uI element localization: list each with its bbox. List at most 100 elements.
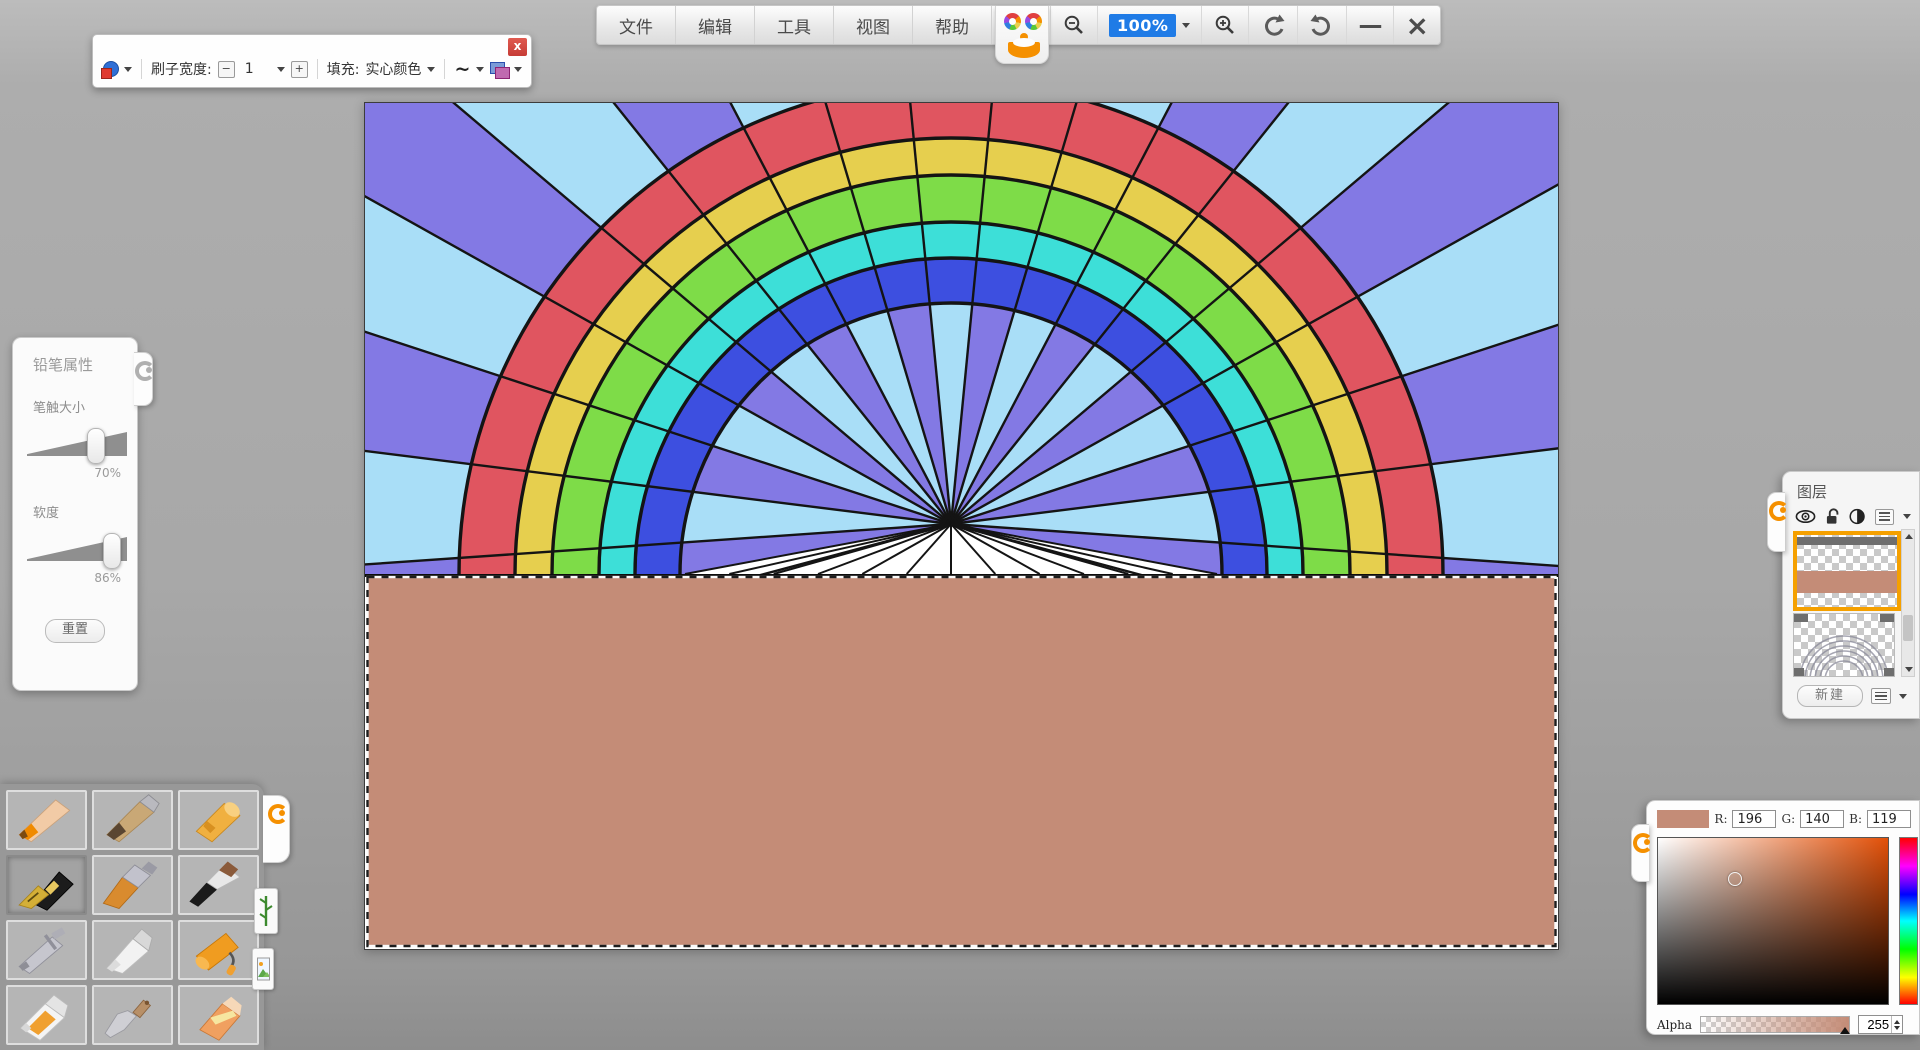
tool-paint-brush-button[interactable] xyxy=(92,855,173,915)
scrollbar-thumb[interactable] xyxy=(1903,615,1913,641)
hue-slider[interactable] xyxy=(1899,837,1918,1005)
menu-view[interactable]: 视图 xyxy=(834,6,913,44)
brush-size-slider[interactable] xyxy=(27,430,127,460)
menu-edit[interactable]: 编辑 xyxy=(676,6,755,44)
alpha-marker-icon[interactable] xyxy=(1840,1027,1850,1034)
layer-blend-icon[interactable] xyxy=(1849,508,1865,525)
green-input[interactable] xyxy=(1800,810,1844,828)
tool-crayon-button[interactable] xyxy=(178,790,259,850)
brush-width-value[interactable]: 1 xyxy=(241,61,271,77)
menu-file[interactable]: 文件 xyxy=(597,6,676,44)
tool-fountain-pen-button[interactable] xyxy=(6,855,87,915)
tool-eraser-button[interactable] xyxy=(178,985,259,1045)
tool-marker-button[interactable] xyxy=(6,985,87,1045)
brush-width-label: 刷子宽度: xyxy=(151,59,212,79)
texture-brush-button[interactable] xyxy=(254,888,278,934)
tool-pencil-button[interactable] xyxy=(6,790,87,850)
redo-button[interactable] xyxy=(1298,6,1347,44)
red-input[interactable] xyxy=(1732,810,1776,828)
menu-tools[interactable]: 工具 xyxy=(755,6,834,44)
zoom-out-button[interactable] xyxy=(1051,6,1098,44)
minimize-button[interactable]: — xyxy=(1347,6,1394,44)
scroll-up-icon[interactable] xyxy=(1905,534,1913,539)
new-layer-button[interactable]: 新建 xyxy=(1797,685,1863,707)
chevron-down-icon[interactable] xyxy=(277,67,285,72)
chevron-down-icon[interactable] xyxy=(476,67,484,72)
toolbar-close-button[interactable]: x xyxy=(508,38,527,56)
zoom-level-dropdown[interactable] xyxy=(1179,6,1202,44)
tool-palette-knife-button[interactable] xyxy=(92,985,173,1045)
pencil-panel-tab[interactable] xyxy=(134,352,153,406)
tool-paint-roller-button[interactable] xyxy=(178,920,259,980)
drawing-canvas[interactable] xyxy=(364,102,1559,950)
tool-paint-tube-button[interactable] xyxy=(92,920,173,980)
clown-eye-right-icon xyxy=(1025,13,1042,30)
pencil-icon xyxy=(11,793,83,847)
clown-handle-icon xyxy=(1633,833,1649,849)
layers-panel: 图层 xyxy=(1782,471,1920,719)
clown-logo-icon xyxy=(995,6,1049,64)
menu-help[interactable]: 帮助 xyxy=(913,6,992,44)
clown-handle-icon xyxy=(268,804,284,820)
scroll-down-icon[interactable] xyxy=(1905,667,1913,672)
layer-item-rainbow[interactable] xyxy=(1793,613,1895,677)
layer-item-ground-selected[interactable] xyxy=(1793,531,1901,611)
brush-size-slider-thumb[interactable] xyxy=(87,428,105,464)
tool-charcoal-pencil-button[interactable] xyxy=(92,790,173,850)
blend-mode-icon[interactable] xyxy=(490,62,508,77)
clown-eye-left-icon xyxy=(1004,13,1021,30)
layer-lock-icon[interactable] xyxy=(1825,508,1840,525)
blue-input[interactable] xyxy=(1867,810,1911,828)
chevron-down-icon[interactable] xyxy=(1899,694,1907,699)
chevron-down-icon[interactable] xyxy=(1903,514,1911,519)
alpha-input[interactable] xyxy=(1859,1017,1891,1032)
layer-options-button[interactable] xyxy=(1871,688,1891,704)
layer-list-scrollbar[interactable] xyxy=(1901,529,1915,677)
spin-up-icon[interactable] xyxy=(1894,1020,1900,1024)
zoom-level-value: 100% xyxy=(1109,14,1176,37)
layers-panel-title: 图层 xyxy=(1797,481,1919,502)
tool-airbrush-button[interactable] xyxy=(6,920,87,980)
layer-list xyxy=(1791,529,1913,677)
spin-down-icon[interactable] xyxy=(1894,1026,1900,1030)
layer-menu-button[interactable] xyxy=(1875,509,1894,525)
reference-image-button[interactable] xyxy=(252,948,274,990)
stroke-smoothing-icon[interactable]: ~ xyxy=(454,62,470,76)
tool-palette xyxy=(0,784,264,1050)
close-icon: × xyxy=(1405,9,1428,42)
close-button[interactable]: × xyxy=(1394,6,1439,44)
zoom-out-icon xyxy=(1062,13,1086,37)
softness-slider[interactable] xyxy=(27,535,127,565)
tool-grid xyxy=(6,790,259,1045)
chevron-down-icon[interactable] xyxy=(427,67,435,72)
brush-width-increase-button[interactable]: + xyxy=(291,61,308,78)
softness-slider-thumb[interactable] xyxy=(103,533,121,569)
zoom-level-display[interactable]: 100% xyxy=(1098,6,1179,44)
alpha-slider[interactable] xyxy=(1700,1016,1850,1033)
reset-button[interactable]: 重置 xyxy=(45,619,105,643)
color-panel-tab[interactable] xyxy=(1631,824,1649,882)
brush-width-decrease-button[interactable]: − xyxy=(218,61,235,78)
brush-size-label: 笔触大小 xyxy=(33,397,127,416)
zoom-in-button[interactable] xyxy=(1202,6,1249,44)
airbrush-icon xyxy=(11,923,83,977)
palette-knife-icon xyxy=(97,988,169,1042)
tool-palette-tab[interactable] xyxy=(263,795,290,863)
color-picker-panel: R: G: B: Alpha xyxy=(1646,800,1920,1035)
layer-visibility-icon[interactable] xyxy=(1795,509,1816,524)
color-marker-icon[interactable] xyxy=(1728,872,1742,886)
chevron-down-icon[interactable] xyxy=(514,67,522,72)
layers-panel-tab[interactable] xyxy=(1767,492,1785,552)
alpha-spinner xyxy=(1858,1015,1903,1034)
chevron-down-icon[interactable] xyxy=(124,67,132,72)
canvas-artwork xyxy=(365,103,1558,949)
green-label: G: xyxy=(1781,812,1795,826)
fill-mode-value[interactable]: 实心颜色 xyxy=(365,59,421,79)
brush-color-icon[interactable] xyxy=(101,61,118,78)
red-label: R: xyxy=(1714,812,1727,826)
tool-ink-brush-button[interactable] xyxy=(178,855,259,915)
saturation-value-picker[interactable] xyxy=(1657,837,1889,1005)
undo-button[interactable] xyxy=(1249,6,1298,44)
app-logo-clown[interactable] xyxy=(992,6,1051,44)
menu-bar: 文件 编辑 工具 视图 帮助 100% — × xyxy=(596,5,1441,45)
